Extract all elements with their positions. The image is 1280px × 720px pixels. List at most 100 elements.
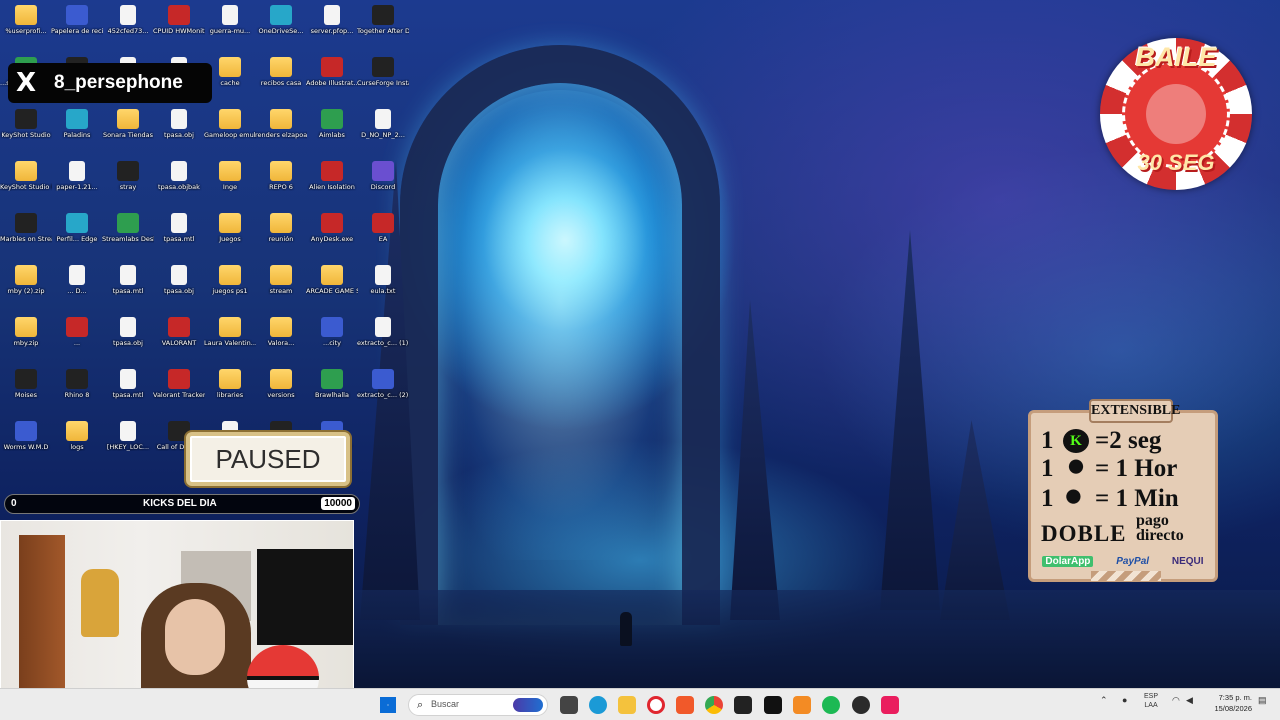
desktop-icon[interactable]: guerra-mu... xyxy=(204,2,256,52)
task-view-icon[interactable] xyxy=(560,696,578,714)
desktop-icon-label: ... D... xyxy=(67,287,87,295)
desktop-icon[interactable]: stray xyxy=(102,158,154,208)
desktop-icon[interactable]: KeyShot Studio R... xyxy=(0,158,52,208)
desktop-icon[interactable]: tpasa.obj xyxy=(153,106,205,156)
desktop-icon[interactable]: tpasa.mtl xyxy=(102,366,154,416)
desktop-icon[interactable]: mby (2).zip xyxy=(0,262,52,312)
desktop-icon[interactable]: ... D... xyxy=(51,262,103,312)
paused-banner: PAUSED xyxy=(186,432,350,486)
desktop-icon[interactable]: AnyDesk.exe xyxy=(306,210,358,260)
file-icon xyxy=(120,369,136,389)
desktop-icon[interactable]: Paladins xyxy=(51,106,103,156)
desktop-icon[interactable]: OneDriveSe... xyxy=(255,2,307,52)
desktop-icon-label: tpasa.mtl xyxy=(112,287,144,295)
brave-icon[interactable] xyxy=(676,696,694,714)
microphone-icon[interactable]: ● xyxy=(1122,695,1127,705)
desktop-icon[interactable]: CurseForge Installer.exe xyxy=(357,54,409,104)
desktop-icon[interactable]: logs xyxy=(51,418,103,468)
obs-icon[interactable] xyxy=(852,696,870,714)
desktop-icon[interactable]: server.pfop... xyxy=(306,2,358,52)
desktop-icon[interactable]: Gameloop emulador xyxy=(204,106,256,156)
windows-start-icon[interactable] xyxy=(380,697,396,713)
desktop-icon[interactable]: extracto_c... (2).doc xyxy=(357,366,409,416)
desktop-icon[interactable]: tpasa.obj xyxy=(102,314,154,364)
desktop-icon[interactable]: paper-1.21... xyxy=(51,158,103,208)
streamer-face xyxy=(165,599,225,675)
opera-icon[interactable] xyxy=(647,696,665,714)
unity-icon[interactable] xyxy=(734,696,752,714)
desktop-icon-label: guerra-mu... xyxy=(209,27,251,35)
desktop-icon[interactable]: versions xyxy=(255,366,307,416)
desktop-icon[interactable]: juegos ps1 xyxy=(204,262,256,312)
desktop-icon[interactable]: D_NO_NP_2... xyxy=(357,106,409,156)
desktop-icon[interactable]: Valora... xyxy=(255,314,307,364)
desktop-icon[interactable]: Sonara Tiendas xyxy=(102,106,154,156)
row-value: = 1 Min xyxy=(1095,485,1179,512)
desktop-icon[interactable]: tpasa.mtl xyxy=(153,210,205,260)
desktop-icon[interactable]: VALORANT xyxy=(153,314,205,364)
file-explorer-icon[interactable] xyxy=(618,696,636,714)
desktop-icon[interactable]: stream xyxy=(255,262,307,312)
desktop-icon[interactable]: Juegos xyxy=(204,210,256,260)
desktop-icon[interactable]: EA xyxy=(357,210,409,260)
desktop-icon[interactable]: Papelera de reciclaje xyxy=(51,2,103,52)
app-icon[interactable] xyxy=(793,696,811,714)
wifi-icon[interactable]: ◠ xyxy=(1172,695,1180,706)
desktop-icon[interactable]: Discord xyxy=(357,158,409,208)
folder-icon xyxy=(270,369,292,389)
desktop-icon[interactable]: libraries xyxy=(204,366,256,416)
desktop-icon[interactable]: reunión xyxy=(255,210,307,260)
desktop-icon[interactable]: ...city xyxy=(306,314,358,364)
desktop-icon[interactable]: %userprofi... xyxy=(0,2,52,52)
desktop-icon[interactable]: Laura Valentin... xyxy=(204,314,256,364)
edge-icon[interactable] xyxy=(589,696,607,714)
language-indicator[interactable]: ESP LAA xyxy=(1144,692,1158,710)
desktop-icon[interactable]: Brawlhalla xyxy=(306,366,358,416)
desktop-icon[interactable]: extracto_c... (1).pdf xyxy=(357,314,409,364)
desktop-icon-label: paper-1.21... xyxy=(56,183,98,191)
desktop-icon[interactable]: recibos casa xyxy=(255,54,307,104)
spotify-icon[interactable] xyxy=(822,696,840,714)
taskbar-search[interactable]: ⌕ Buscar xyxy=(408,694,548,716)
notification-icon[interactable]: ▤ xyxy=(1258,695,1267,706)
desktop-icon[interactable]: KeyShot Studio xyxy=(0,106,52,156)
desktop-icon-label: 452cfed73... xyxy=(107,27,149,35)
desktop-icon-label: tpasa.mtl xyxy=(163,235,195,243)
desktop-icon[interactable]: Streamlabs Desktop xyxy=(102,210,154,260)
desktop-icon[interactable]: renders elzapoato xyxy=(255,106,307,156)
desktop-icon[interactable]: Marbles on Stream xyxy=(0,210,52,260)
desktop-icon[interactable]: tpasa.mtl xyxy=(102,262,154,312)
desktop-icon[interactable]: Adobe Illustrat... xyxy=(306,54,358,104)
desktop-icon[interactable]: eula.txt xyxy=(357,262,409,312)
desktop-icon[interactable]: Together After Dark xyxy=(357,2,409,52)
desktop-icon[interactable]: REPO 6 xyxy=(255,158,307,208)
epic-games-icon[interactable] xyxy=(764,696,782,714)
desktop-icon[interactable]: 452cfed73... xyxy=(102,2,154,52)
desktop-icon[interactable]: tpasa.objbak xyxy=(153,158,205,208)
desktop-icon[interactable]: Inge xyxy=(204,158,256,208)
desktop-icon[interactable]: Aimlabs xyxy=(306,106,358,156)
desktop-icon-label: mby.zip xyxy=(13,339,39,347)
desktop-icon[interactable]: ... xyxy=(51,314,103,364)
desktop-icon[interactable]: Moises xyxy=(0,366,52,416)
tray-chevron-icon[interactable]: ⌃ xyxy=(1100,695,1108,706)
desktop-icon[interactable]: mby.zip xyxy=(0,314,52,364)
desktop-icon-label: EA xyxy=(378,235,388,243)
desktop-icon[interactable]: CPUID HWMonitor xyxy=(153,2,205,52)
chrome-icon[interactable] xyxy=(705,696,723,714)
desktop-icon-label: stray xyxy=(119,183,137,191)
desktop-icon[interactable]: tpasa.obj xyxy=(153,262,205,312)
taskbar-clock[interactable]: 7:35 p. m. 15/08/2026 xyxy=(1204,692,1252,714)
desktop-icon[interactable]: Perfil... Edge xyxy=(51,210,103,260)
desktop-icon[interactable]: Valorant Tracker xyxy=(153,366,205,416)
desktop-icon-label: server.pfop... xyxy=(310,27,354,35)
card-stripe xyxy=(1091,571,1161,581)
desktop-icon[interactable]: Worms W.M.D xyxy=(0,418,52,468)
desktop-icon[interactable]: ARCADE GAME SERI... xyxy=(306,262,358,312)
folder-icon xyxy=(270,265,292,285)
desktop-icon[interactable]: Rhino 8 xyxy=(51,366,103,416)
desktop-icon[interactable]: Alien Isolation xyxy=(306,158,358,208)
volume-icon[interactable]: ◀ xyxy=(1186,695,1193,706)
tiktok-icon[interactable] xyxy=(881,696,899,714)
desktop-icon[interactable]: [HKEY_LOC... xyxy=(102,418,154,468)
